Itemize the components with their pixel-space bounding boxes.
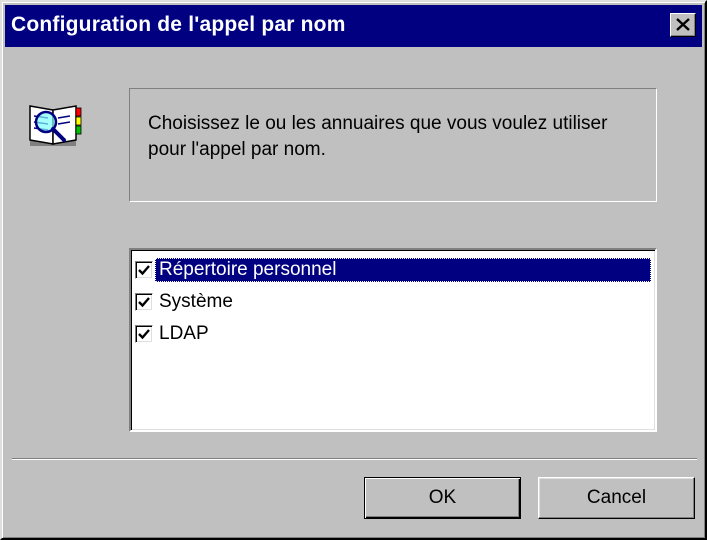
ok-button[interactable]: OK xyxy=(364,477,521,519)
separator xyxy=(12,458,697,460)
checkbox-repertoire-personnel[interactable] xyxy=(135,261,153,279)
close-icon xyxy=(676,18,690,31)
checkbox-ldap[interactable] xyxy=(135,325,153,343)
list-item-systeme[interactable]: Système xyxy=(135,288,651,316)
dialog-window: Configuration de l'appel par nom Choisis… xyxy=(0,0,707,540)
title-bar[interactable]: Configuration de l'appel par nom xyxy=(5,5,702,47)
window-title: Configuration de l'appel par nom xyxy=(11,13,346,36)
checkmark-icon xyxy=(138,329,150,340)
checkbox-systeme[interactable] xyxy=(135,293,153,311)
list-item-repertoire-personnel[interactable]: Répertoire personnel xyxy=(135,256,651,284)
close-button[interactable] xyxy=(670,13,696,37)
address-book-search-icon xyxy=(29,105,82,146)
list-item-label: LDAP xyxy=(159,323,209,344)
info-message: Choisissez le ou les annuaires que vous … xyxy=(148,113,608,160)
list-item-ldap[interactable]: LDAP xyxy=(135,320,651,348)
checkmark-icon xyxy=(138,297,150,308)
checkmark-icon xyxy=(138,265,150,276)
list-item-label: Système xyxy=(159,291,233,312)
list-item-label: Répertoire personnel xyxy=(155,258,651,282)
cancel-button[interactable]: Cancel xyxy=(538,477,695,519)
info-panel: Choisissez le ou les annuaires que vous … xyxy=(129,88,657,202)
directory-listbox[interactable]: Répertoire personnel Système LDAP xyxy=(129,248,657,432)
